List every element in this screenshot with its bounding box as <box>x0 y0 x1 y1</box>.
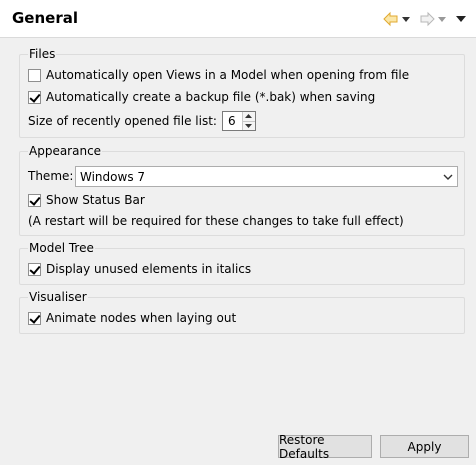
animate-label: Animate nodes when laying out <box>46 311 237 325</box>
model-tree-group-label: Model Tree <box>28 241 95 255</box>
appearance-group: Appearance Theme: Windows 7 Show Status … <box>19 144 465 236</box>
backup-label: Automatically create a backup file (*.ba… <box>46 90 376 104</box>
spinner-down-icon[interactable] <box>242 120 255 130</box>
apply-button[interactable]: Apply <box>380 435 469 458</box>
files-group-label: Files <box>28 47 57 61</box>
page-header: General <box>0 0 476 38</box>
visualiser-group: Visualiser Animate nodes when laying out <box>19 290 465 334</box>
chevron-down-icon[interactable] <box>439 174 457 180</box>
theme-select-value: Windows 7 <box>80 169 146 184</box>
open-views-checkbox[interactable] <box>28 68 41 82</box>
animate-checkbox[interactable] <box>28 311 41 325</box>
restart-note: (A restart will be required for these ch… <box>28 214 404 228</box>
model-tree-group: Model Tree Display unused elements in it… <box>19 241 465 285</box>
open-views-option[interactable]: Automatically open Views in a Model when… <box>28 66 409 84</box>
chevron-down-icon[interactable] <box>400 10 412 28</box>
preferences-page: General Files Automatically open Views i… <box>0 0 476 465</box>
open-views-label: Automatically open Views in a Model when… <box>46 68 410 82</box>
italics-label: Display unused elements in italics <box>46 262 252 276</box>
backup-option[interactable]: Automatically create a backup file (*.ba… <box>28 88 375 106</box>
recent-list-spinner[interactable]: 6 <box>221 111 256 131</box>
theme-option: Theme: <box>28 167 73 185</box>
recent-list-option: Size of recently opened file list: 6 <box>28 110 256 132</box>
forward-arrow-icon[interactable] <box>418 10 436 28</box>
back-arrow-icon[interactable] <box>382 10 400 28</box>
backup-checkbox[interactable] <box>28 90 41 104</box>
italics-option[interactable]: Display unused elements in italics <box>28 260 251 278</box>
theme-select[interactable]: Windows 7 <box>75 166 458 187</box>
status-bar-checkbox[interactable] <box>28 193 41 207</box>
chevron-down-icon[interactable] <box>436 10 448 28</box>
restart-note-row: (A restart will be required for these ch… <box>28 212 404 230</box>
recent-list-value[interactable]: 6 <box>223 112 242 130</box>
visualiser-group-label: Visualiser <box>28 290 88 304</box>
status-bar-label: Show Status Bar <box>46 193 145 207</box>
status-bar-option[interactable]: Show Status Bar <box>28 191 145 209</box>
view-menu-icon[interactable] <box>454 10 468 28</box>
italics-checkbox[interactable] <box>28 262 41 276</box>
appearance-group-label: Appearance <box>28 144 103 158</box>
spinner-up-icon[interactable] <box>242 112 255 121</box>
history-navigation <box>382 10 468 28</box>
page-title: General <box>12 9 78 27</box>
restore-defaults-button[interactable]: Restore Defaults <box>278 433 372 461</box>
theme-label: Theme: <box>28 169 74 183</box>
recent-list-label: Size of recently opened file list: <box>28 114 217 128</box>
animate-option[interactable]: Animate nodes when laying out <box>28 309 236 327</box>
files-group: Files Automatically open Views in a Mode… <box>19 47 465 138</box>
